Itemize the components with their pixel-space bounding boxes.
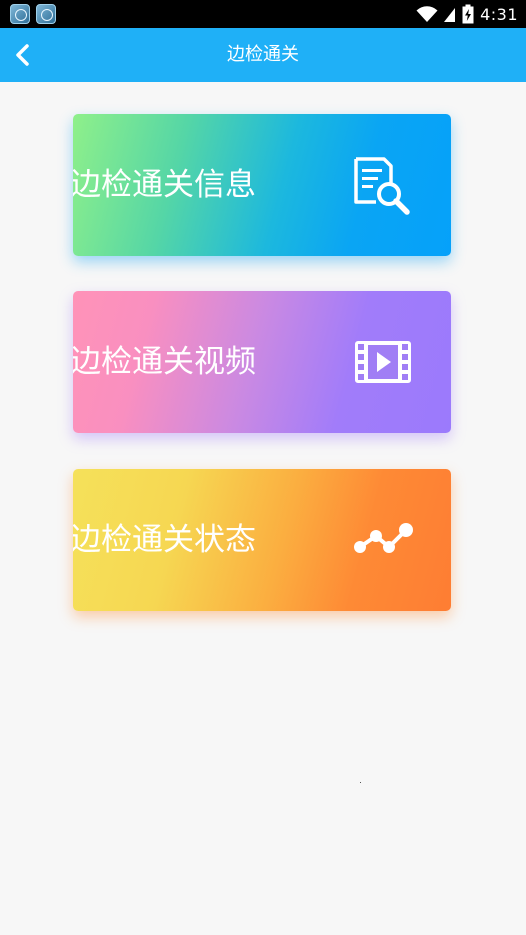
card-border-check-status[interactable]: 边检通关状态	[73, 469, 451, 611]
signal-icon	[444, 8, 456, 22]
app-icon	[36, 4, 56, 24]
battery-charging-icon	[462, 4, 474, 24]
video-film-icon	[355, 341, 411, 383]
page-title: 边检通关	[227, 44, 299, 65]
wifi-icon	[416, 6, 438, 22]
status-right-group: 4:31	[416, 0, 518, 28]
card-border-check-video[interactable]: 边检通关视频	[73, 291, 451, 433]
card-label: 边检通关视频	[73, 344, 256, 380]
card-label: 边检通关信息	[73, 167, 256, 203]
app-icon	[10, 4, 30, 24]
status-bar: 4:31	[0, 0, 526, 28]
status-time: 4:31	[480, 4, 518, 24]
divider-dot	[360, 782, 361, 783]
card-label: 边检通关状态	[73, 522, 256, 558]
card-border-check-info[interactable]: 边检通关信息	[73, 114, 451, 256]
nav-bar: 边检通关	[0, 28, 526, 82]
document-search-icon	[354, 157, 410, 215]
line-chart-icon	[354, 523, 413, 553]
